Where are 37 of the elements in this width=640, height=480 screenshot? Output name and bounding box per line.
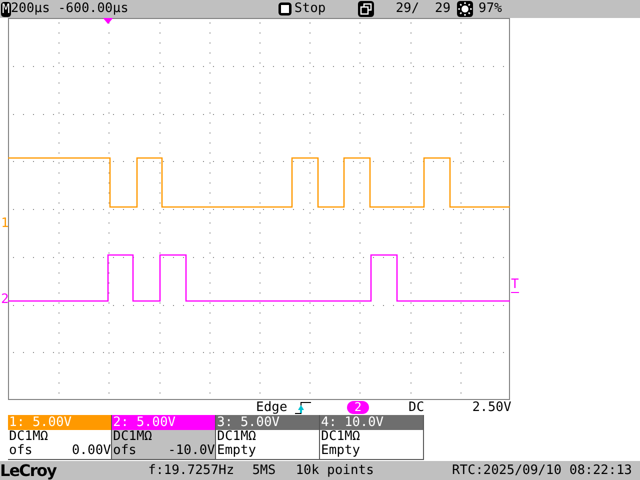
offset-value: 0.00V [72,444,111,458]
frequency-reading: f:19.7257Hz [148,462,234,478]
channel-header: 4: 10.0V [320,415,423,430]
sample-rate: 5MS [252,462,276,478]
trigger-type: Edge [256,400,288,416]
channel-marker: 1 [1,217,9,231]
clock-reading: RTC:2025/09/10 08:22:13 [452,462,632,478]
timebase-value: 200µs [10,1,50,17]
trigger-coupling: DC [408,400,424,416]
record-length: 10k points [296,462,374,478]
channel-panel[interactable]: 1: 5.00V DC1MΩ ofs 0.00V [8,415,112,460]
offset-value: -10.0V [168,444,215,458]
coupling-label: DC1MΩ [8,430,50,444]
offset-label: ofs [9,444,32,458]
channel-header: 2: 5.00V [112,415,215,430]
run-state: Stop [294,1,326,17]
acquisition-count: 29/ 29 [396,1,451,17]
delay-value: -600.00µs [58,1,128,17]
channel-marker: 2 [1,293,9,307]
brightness-value: 97% [478,1,502,17]
rising-edge-icon [295,400,312,414]
channel-status: Empty [320,444,362,458]
offset-label: ofs [113,444,136,458]
channel-header: 1: 5.00V [8,415,111,430]
coupling-label: DC1MΩ [112,430,154,444]
channel-header: 3: 5.00V [216,415,319,430]
trigger-source-badge: 2 [347,401,369,414]
mode-badge: M [1,2,11,16]
brand-logo: LeCroy [0,462,56,480]
channel-panel[interactable]: 2: 5.00V DC1MΩ ofs -10.0V [112,415,216,460]
channel-panel[interactable]: 3: 5.00V DC1MΩ Empty [216,415,320,460]
trigger-level: 2.50V [472,400,512,416]
coupling-label: DC1MΩ [320,430,362,444]
channel-status: Empty [216,444,258,458]
coupling-label: DC1MΩ [216,430,258,444]
stop-icon [278,2,292,16]
channel-panel[interactable]: 4: 10.0V DC1MΩ Empty [320,415,424,460]
